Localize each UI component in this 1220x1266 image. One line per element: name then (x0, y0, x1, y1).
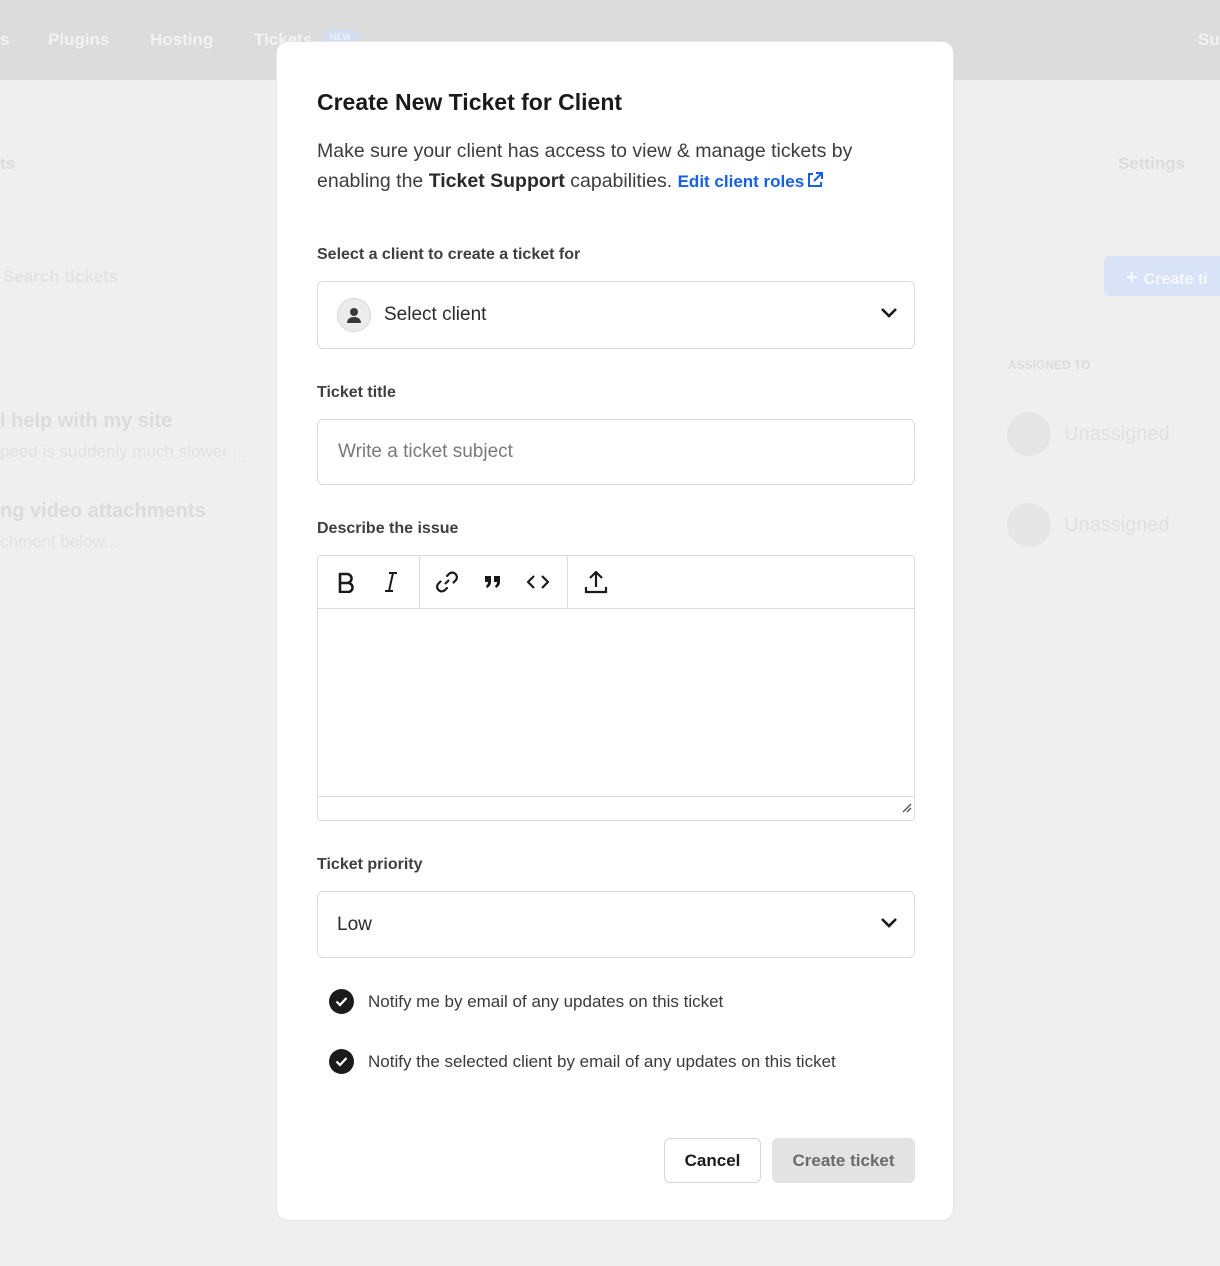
code-icon[interactable] (520, 564, 556, 600)
nav-item-hosting[interactable]: Hosting (150, 30, 213, 50)
notify-me-checkbox[interactable] (329, 989, 354, 1014)
description-text-end: capabilities. (564, 170, 673, 192)
nav-item-right[interactable]: Su (1198, 30, 1220, 50)
search-tickets-input[interactable]: Search tickets (3, 267, 118, 287)
client-select-value: Select client (384, 304, 487, 325)
description-bold: Ticket Support (428, 170, 565, 192)
italic-icon[interactable] (373, 564, 409, 600)
checkmark-icon (335, 1057, 348, 1067)
ticket-excerpt: peed is suddenly much slower ... (0, 442, 247, 461)
resize-handle-icon[interactable] (900, 800, 912, 818)
chevron-down-icon (880, 306, 898, 324)
notify-client-checkbox[interactable] (329, 1049, 354, 1074)
link-icon[interactable] (429, 564, 465, 600)
ticket-title[interactable]: ng video attachments (0, 500, 206, 523)
priority-select-value: Low (337, 914, 372, 935)
assignee-name: Unassigned (1064, 514, 1170, 536)
edit-client-roles-label: Edit client roles (677, 172, 805, 191)
external-link-icon (806, 169, 824, 199)
page-title-fragment: ts (0, 154, 16, 173)
nav-item-partial[interactable]: s (0, 30, 9, 50)
assignee-name: Unassigned (1064, 423, 1170, 445)
quote-icon[interactable] (475, 564, 511, 600)
ticket-title-label: Ticket title (317, 384, 396, 401)
assignee-avatar (1007, 412, 1051, 456)
notify-client-option[interactable]: Notify the selected client by email of a… (329, 1049, 836, 1074)
edit-client-roles-link[interactable]: Edit client roles (678, 172, 825, 191)
user-icon (337, 298, 371, 332)
chevron-down-icon (880, 916, 898, 934)
notify-client-label: Notify the selected client by email of a… (368, 1051, 836, 1071)
bold-icon[interactable] (328, 564, 364, 600)
ticket-excerpt: chment below... (0, 532, 119, 551)
ticket-title-field[interactable] (317, 419, 915, 485)
notify-me-option[interactable]: Notify me by email of any updates on thi… (329, 989, 723, 1014)
create-ticket-button[interactable]: Create ticket (772, 1138, 915, 1183)
cancel-button[interactable]: Cancel (664, 1138, 761, 1183)
ticket-title-input[interactable] (338, 420, 898, 484)
toolbar-divider (419, 556, 420, 609)
client-select-label: Select a client to create a ticket for (317, 246, 581, 263)
ticket-priority-label: Ticket priority (317, 856, 423, 873)
notify-me-label: Notify me by email of any updates on thi… (368, 991, 724, 1011)
upload-icon[interactable] (578, 564, 614, 600)
create-ticket-background-label: Create ti (1143, 271, 1208, 288)
client-select[interactable]: Select client (317, 281, 915, 349)
assignee-avatar (1007, 503, 1051, 547)
priority-select[interactable]: Low (317, 891, 915, 958)
checkmark-icon (335, 997, 348, 1007)
modal-description: Make sure your client has access to view… (317, 136, 917, 199)
editor-toolbar (318, 556, 914, 609)
toolbar-divider (567, 556, 568, 609)
issue-editor (317, 555, 915, 821)
describe-issue-label: Describe the issue (317, 520, 459, 537)
settings-tab[interactable]: Settings (1118, 154, 1185, 174)
editor-footer (318, 796, 914, 820)
assigned-to-header: ASSIGNED TO (1008, 358, 1091, 372)
ticket-title[interactable]: l help with my site (0, 410, 172, 433)
modal-title: Create New Ticket for Client (317, 89, 623, 115)
nav-item-plugins[interactable]: Plugins (48, 30, 109, 50)
create-ticket-modal: Create New Ticket for Client Make sure y… (276, 41, 954, 1221)
editor-text-area[interactable] (318, 609, 914, 797)
create-ticket-background-button[interactable]: + Create ti (1104, 256, 1220, 296)
